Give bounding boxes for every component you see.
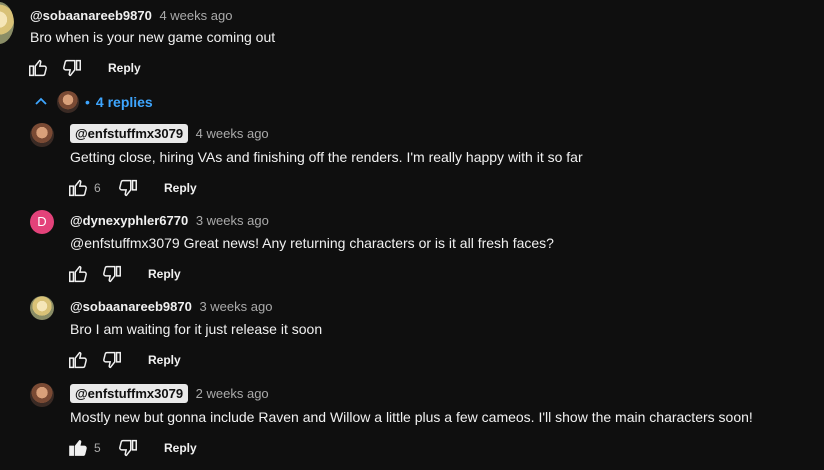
- avatar[interactable]: [30, 383, 54, 407]
- comment-text: Getting close, hiring VAs and finishing …: [70, 149, 583, 165]
- comment-text: Bro I am waiting for it just release it …: [70, 321, 323, 337]
- like-icon: [69, 179, 87, 197]
- comment-author[interactable]: @enfstuffmx3079: [70, 384, 189, 403]
- chevron-up-icon: [35, 97, 47, 105]
- comment-text: Bro when is your new game coming out: [30, 29, 276, 45]
- comment-header: @sobaanareeb9870 3 weeks ago: [70, 299, 272, 314]
- avatar[interactable]: [0, 2, 14, 44]
- like-button[interactable]: [26, 56, 50, 80]
- comment-header: @sobaanareeb9870 4 weeks ago: [30, 8, 232, 23]
- reply-button[interactable]: Reply: [108, 61, 141, 75]
- dislike-button[interactable]: [100, 262, 124, 286]
- dislike-icon: [103, 265, 121, 283]
- like-button[interactable]: [66, 348, 90, 372]
- comment-author[interactable]: @sobaanareeb9870: [70, 299, 192, 314]
- dislike-button[interactable]: [60, 56, 84, 80]
- comment-header: @dynexyphler6770 3 weeks ago: [70, 213, 269, 228]
- like-button[interactable]: [66, 262, 90, 286]
- comment-text: @enfstuffmx3079 Great news! Any returnin…: [70, 235, 554, 251]
- replies-count: 4 replies: [95, 94, 153, 110]
- creator-avatar: [57, 91, 79, 113]
- comment-time[interactable]: 3 weeks ago: [196, 213, 269, 228]
- avatar[interactable]: [30, 296, 54, 320]
- comment-time[interactable]: 2 weeks ago: [196, 386, 269, 401]
- like-count: 6: [94, 181, 101, 195]
- comment-author[interactable]: @dynexyphler6770: [70, 213, 188, 228]
- comment-time[interactable]: 4 weeks ago: [159, 8, 232, 23]
- replies-toggle[interactable]: • 4 replies: [33, 88, 153, 116]
- avatar[interactable]: D: [30, 210, 54, 234]
- comment-actions: 6 Reply: [66, 176, 197, 200]
- reply-button[interactable]: Reply: [164, 181, 197, 195]
- like-button[interactable]: [66, 176, 90, 200]
- like-icon: [69, 265, 87, 283]
- dislike-icon: [119, 179, 137, 197]
- like-button[interactable]: [66, 436, 90, 460]
- comment-actions: Reply: [66, 262, 181, 286]
- avatar[interactable]: [30, 123, 54, 147]
- like-icon: [69, 351, 87, 369]
- like-count: 5: [94, 441, 101, 455]
- comment-header: @enfstuffmx3079 2 weeks ago: [70, 384, 269, 403]
- comment-time[interactable]: 3 weeks ago: [199, 299, 272, 314]
- dislike-icon: [63, 59, 81, 77]
- dislike-button[interactable]: [116, 176, 140, 200]
- reply-button[interactable]: Reply: [148, 267, 181, 281]
- like-icon: [29, 59, 47, 77]
- reply-button[interactable]: Reply: [164, 441, 197, 455]
- comment-actions: Reply: [26, 56, 141, 80]
- comment-actions: Reply: [66, 348, 181, 372]
- reply-button[interactable]: Reply: [148, 353, 181, 367]
- dislike-icon: [119, 439, 137, 457]
- comment-author[interactable]: @enfstuffmx3079: [70, 124, 189, 143]
- comment-header: @enfstuffmx3079 4 weeks ago: [70, 124, 269, 143]
- like-icon: [69, 440, 87, 456]
- dislike-button[interactable]: [116, 436, 140, 460]
- comment-actions: 5 Reply: [66, 436, 197, 460]
- comment-author[interactable]: @sobaanareeb9870: [30, 8, 152, 23]
- dislike-button[interactable]: [100, 348, 124, 372]
- comment-time[interactable]: 4 weeks ago: [196, 126, 269, 141]
- dislike-icon: [103, 351, 121, 369]
- comment-text: Mostly new but gonna include Raven and W…: [70, 409, 753, 425]
